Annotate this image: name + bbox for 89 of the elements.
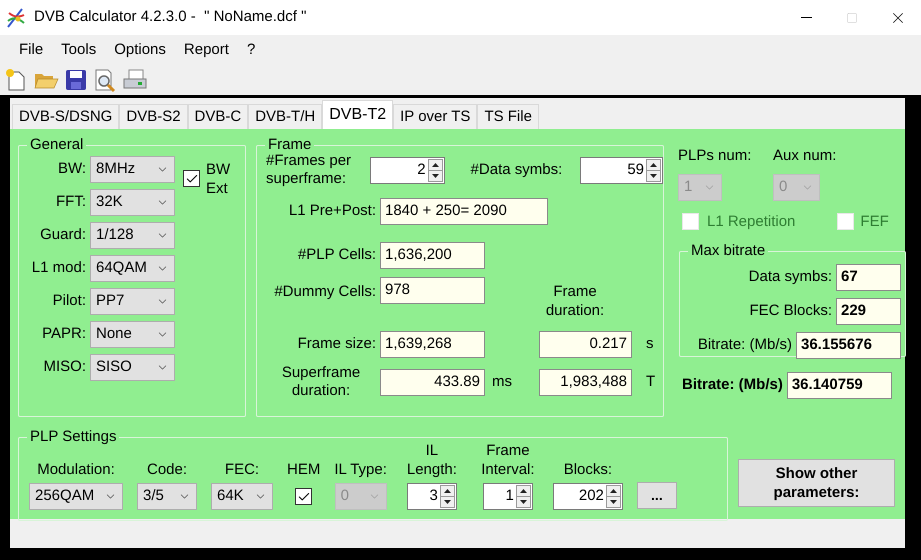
up-down-arrows-icon: [646, 158, 661, 182]
label: Superframe duration:: [280, 364, 362, 400]
dropdown[interactable]: SISO: [90, 354, 175, 381]
label: s: [646, 334, 654, 354]
checkbox-label: FEF: [860, 212, 889, 232]
label: L1 Pre+Post:: [288, 201, 377, 222]
label: #Dummy Cells:: [273, 282, 377, 302]
dropdown[interactable]: None: [90, 321, 175, 348]
up-down-arrows-icon: [428, 158, 443, 182]
label: #Data symbs:: [470, 160, 564, 180]
up-down-arrows-icon: [516, 485, 531, 508]
up-down-arrows-icon: [606, 485, 621, 508]
dropdown[interactable]: 3/5: [137, 483, 197, 510]
menu-item[interactable]: Report: [174, 38, 238, 62]
maximize-icon: [846, 12, 858, 24]
tab[interactable]: DVB-T/H: [248, 104, 322, 129]
minimize-icon: [800, 17, 812, 18]
tab[interactable]: TS File: [477, 104, 539, 129]
label: PLPs num:: [678, 146, 752, 166]
label: IL Length:: [406, 441, 458, 479]
dropdown[interactable]: 64K: [211, 483, 273, 510]
spin-field[interactable]: 202: [552, 483, 623, 510]
up-down-arrows-icon: [440, 485, 455, 508]
label: HEM: [287, 460, 320, 479]
label: Code:: [146, 460, 188, 479]
label: Aux num:: [773, 146, 836, 166]
spin-field[interactable]: 1: [482, 483, 533, 510]
label: Bitrate: (Mb/s): [698, 335, 792, 356]
show-other-parameters-button[interactable]: Show other parameters:: [738, 459, 895, 507]
spin-field[interactable]: 59: [580, 156, 663, 184]
group-title: PLP Settings: [27, 428, 120, 446]
label: Blocks:: [564, 460, 612, 479]
more-button[interactable]: ...: [636, 482, 677, 509]
label: L1 mod:: [30, 258, 86, 278]
menu-item[interactable]: Options: [105, 38, 175, 62]
tab[interactable]: DVB-S/DSNG: [12, 104, 120, 129]
tab[interactable]: DVB-C: [188, 104, 248, 129]
spin-field[interactable]: 2: [370, 156, 445, 184]
output-field: 978: [380, 277, 485, 304]
dropdown[interactable]: 8MHz: [90, 156, 175, 183]
label: Data symbs:: [748, 267, 832, 288]
label: FEC Blocks:: [749, 301, 832, 322]
checkbox-label: BW Ext: [206, 160, 232, 198]
label: T: [646, 372, 656, 392]
output-field: 1840 + 250= 2090: [380, 198, 548, 225]
label: FFT:: [55, 192, 86, 212]
label: Pilot:: [52, 291, 86, 312]
label: Bitrate: (Mb/s): [682, 375, 783, 396]
dropdown[interactable]: 64QAM: [90, 255, 175, 282]
output-field: 36.140759: [786, 372, 892, 399]
dropdown[interactable]: PP7: [90, 288, 175, 315]
label: Frame size:: [296, 334, 377, 354]
dropdown[interactable]: 256QAM: [29, 483, 123, 510]
checkbox[interactable]: [295, 488, 312, 505]
dropdown[interactable]: 32K: [90, 189, 175, 216]
output-field: 36.155676: [796, 332, 901, 359]
label: #PLP Cells:: [296, 245, 377, 266]
label: #Frames per superframe:: [266, 152, 352, 188]
menu-item[interactable]: Tools: [52, 38, 106, 62]
checkbox-label: L1 Repetition: [707, 212, 796, 232]
label: MISO:: [42, 357, 86, 378]
window-title: DVB Calculator 4.2.3.0 - " NoName.dcf ": [34, 7, 306, 28]
label: FEC:: [224, 460, 260, 479]
output-field: 433.89: [380, 368, 485, 396]
tab[interactable]: DVB-T2: [322, 100, 394, 129]
label: BW:: [56, 159, 86, 180]
label: Frame Interval:: [480, 441, 536, 479]
spin-field[interactable]: 3: [406, 483, 457, 510]
output-field: 1,983,488: [539, 368, 632, 396]
dropdown[interactable]: 1/128: [90, 222, 175, 249]
menu-item[interactable]: File: [10, 38, 52, 62]
tab[interactable]: IP over TS: [393, 104, 478, 129]
label: PAPR:: [41, 324, 86, 344]
menu-item[interactable]: ?: [238, 38, 264, 62]
output-field: 229: [836, 298, 901, 325]
print-preview-icon[interactable]: [93, 68, 117, 92]
tab[interactable]: DVB-S2: [119, 104, 188, 129]
app-logo-icon: [6, 6, 26, 28]
label: ms: [491, 372, 513, 392]
label: Modulation:: [37, 460, 115, 479]
label: IL Type:: [334, 460, 387, 479]
output-field: 67: [836, 264, 901, 291]
label: Guard:: [39, 225, 86, 246]
output-field: 0.217: [539, 331, 632, 358]
output-field: 1,639,268: [380, 331, 485, 358]
save-icon[interactable]: [64, 68, 88, 92]
output-field: 1,636,200: [380, 242, 485, 269]
label: Frame duration:: [544, 282, 606, 320]
checkbox[interactable]: [183, 170, 200, 187]
